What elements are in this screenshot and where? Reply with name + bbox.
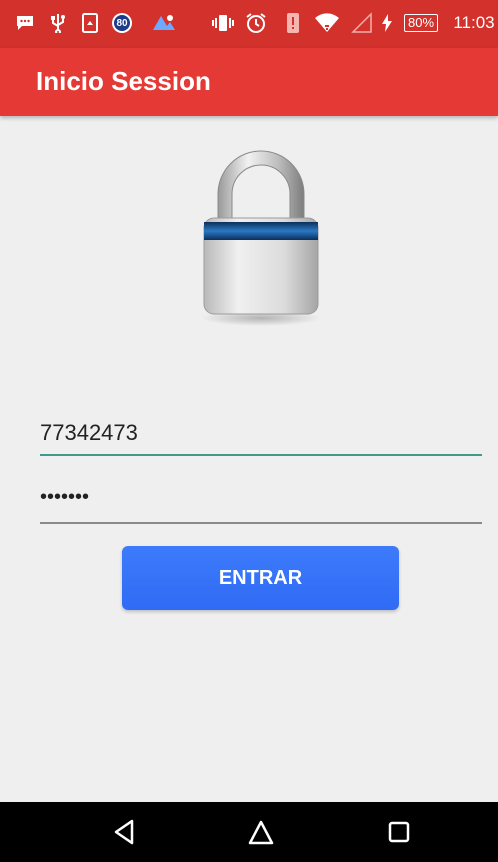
password-underline [40,522,482,524]
vibrate-icon [210,12,236,34]
signal-icon [350,12,374,34]
time-label: 11:03 [453,13,495,32]
lock-icon [201,150,321,326]
recents-icon[interactable] [384,817,414,847]
charging-icon [380,12,394,34]
home-icon[interactable] [246,817,276,847]
badge-80-icon: 80 [108,12,136,34]
alert-icon [284,12,302,34]
status-bar: 80 80% 11:03 [0,0,498,48]
password-field[interactable]: ••••••• [40,480,482,528]
badge-80-label: 80 [116,17,128,29]
page-title: Inicio Session [36,66,211,96]
username-field[interactable]: 77342473 [40,412,482,460]
chat-icon [14,12,36,34]
alarm-icon [244,12,268,34]
login-button[interactable]: ENTRAR [122,546,399,610]
username-input[interactable]: 77342473 [40,420,138,446]
battery-indicator: 80% [394,12,448,34]
battery-label: 80% [403,14,439,32]
usb-icon [48,12,68,34]
map-icon [150,12,178,34]
navigation-bar [0,802,498,862]
download-icon [80,12,100,34]
password-input[interactable]: ••••••• [40,486,89,509]
back-icon[interactable] [110,817,140,847]
username-underline [40,454,482,456]
login-form: 77342473 ••••••• ENTRAR [0,116,498,802]
app-bar: Inicio Session [0,48,498,116]
wifi-icon [314,12,340,34]
